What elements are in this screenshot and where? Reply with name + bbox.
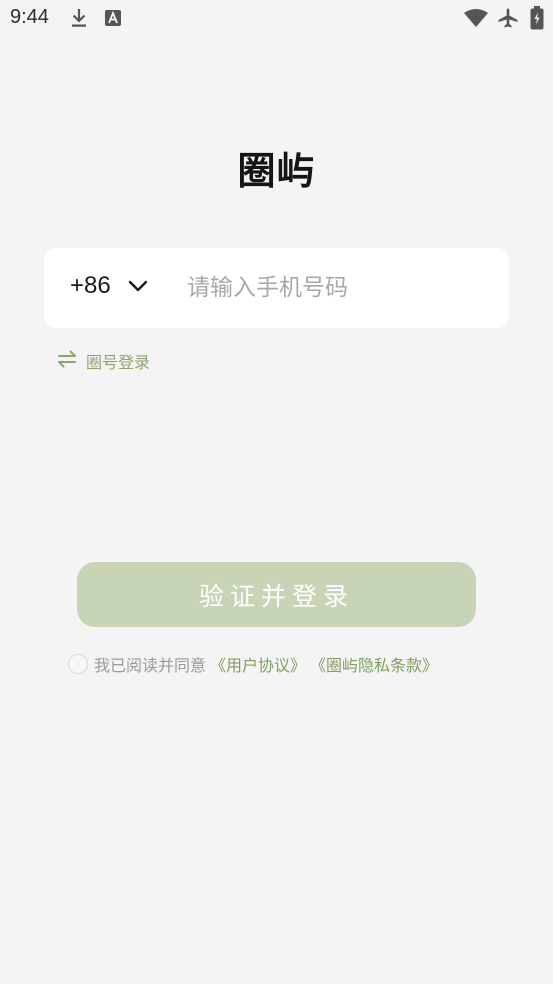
agreement-prefix: 我已阅读并同意 [94,656,207,675]
agreement-checkbox[interactable] [68,654,88,674]
phone-input-card: +86 [44,248,509,328]
airplane-icon [497,7,519,33]
privacy-policy-link[interactable]: 《圈屿隐私条款》 [310,652,438,676]
download-icon [70,8,88,32]
status-time: 9:44 [10,6,49,28]
country-code: +86 [70,272,111,299]
agreement-row: 我已阅读并同意 《用户协议》 《圈屿隐私条款》 [68,652,438,676]
swap-icon [56,348,78,374]
font-a-icon [105,10,121,30]
battery-icon [530,6,544,34]
switch-login-method-button[interactable]: 圈号登录 [56,348,150,374]
phone-number-input[interactable] [187,268,487,308]
app-title: 圈屿 [237,149,316,193]
wifi-icon [463,8,489,32]
verify-and-login-button[interactable]: 验证并登录 [77,562,476,627]
user-agreement-link[interactable]: 《用户协议》 [210,652,306,676]
chevron-down-icon [128,278,148,297]
status-bar: 9:44 [0,0,553,36]
switch-login-label: 圈号登录 [86,353,151,372]
